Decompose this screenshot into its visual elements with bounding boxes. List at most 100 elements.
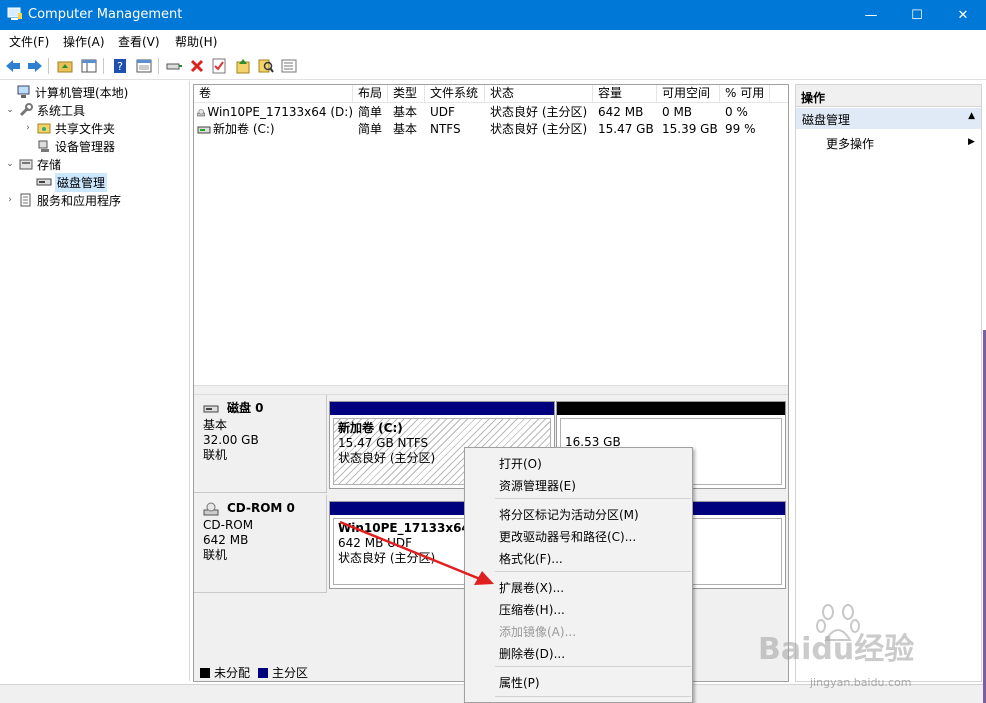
computer-management-icon xyxy=(7,7,23,21)
tree-item-services-apps[interactable]: › 服务和应用程序 xyxy=(4,191,121,209)
col-header-free-space[interactable]: 可用空间 xyxy=(657,85,720,103)
cdrom-0-title: CD-ROM 0 xyxy=(203,501,326,516)
services-icon xyxy=(18,192,34,208)
col-header-filesystem[interactable]: 文件系统 xyxy=(425,85,485,103)
toolbar: ? xyxy=(0,52,986,80)
menu-separator xyxy=(495,696,691,697)
storage-icon xyxy=(18,156,34,172)
details-button[interactable] xyxy=(279,56,299,76)
disk-0-info[interactable]: 磁盘 0 基本 32.00 GB 联机 xyxy=(194,395,327,493)
more-actions-item[interactable]: 更多操作 xyxy=(826,135,874,152)
chevron-down-icon[interactable]: ⌄ xyxy=(4,105,16,115)
volume-cell: Win10PE_17133x64 (D:) xyxy=(194,104,353,121)
up-level-button[interactable] xyxy=(55,56,75,76)
partition-c-title: 新加卷 (C:) xyxy=(338,421,403,435)
delete-x-icon xyxy=(190,59,204,73)
chevron-right-icon[interactable]: › xyxy=(4,195,16,205)
primary-partition-bar xyxy=(330,402,554,415)
help-button[interactable]: ? xyxy=(110,56,130,76)
type-cell: 基本 xyxy=(393,122,418,136)
connect-button[interactable] xyxy=(164,56,184,76)
col-header-capacity[interactable]: 容量 xyxy=(593,85,657,103)
menu-view[interactable]: 查看(V) xyxy=(118,33,160,50)
delete-button[interactable] xyxy=(187,56,207,76)
computer-management-icon xyxy=(16,84,32,100)
cdrom-0-state: 联机 xyxy=(203,548,228,562)
percent-free-cell: 0 % xyxy=(725,105,748,119)
col-header-status[interactable]: 状态 xyxy=(485,85,593,103)
menu-item-delete-volume[interactable]: 删除卷(D)... xyxy=(499,645,565,662)
table-row[interactable]: 新加卷 (C:) 简单 基本 NTFS 状态良好 (主分区) 15.47 GB … xyxy=(194,121,788,138)
chevron-down-icon[interactable]: ⌄ xyxy=(4,159,16,169)
properties-button[interactable] xyxy=(209,56,229,76)
menu-item-open[interactable]: 打开(O) xyxy=(499,455,542,472)
menu-help[interactable]: 帮助(H) xyxy=(175,33,217,50)
collapse-up-icon[interactable]: ▲ xyxy=(968,111,975,121)
actions-pane: 操作 磁盘管理 ▲ 更多操作 ▶ xyxy=(795,84,982,682)
folder-up-icon xyxy=(57,61,73,73)
tree-item-system-tools[interactable]: ⌄ 系统工具 xyxy=(4,101,85,119)
menu-item-format[interactable]: 格式化(F)... xyxy=(499,550,563,567)
tools-icon xyxy=(18,102,34,118)
menu-item-change-drive-letter[interactable]: 更改驱动器号和路径(C)... xyxy=(499,528,636,545)
tree-item-computer-management[interactable]: 计算机管理(本地) xyxy=(2,83,128,101)
shared-folder-icon xyxy=(36,120,52,136)
col-header-layout[interactable]: 布局 xyxy=(353,85,388,103)
back-button[interactable] xyxy=(3,56,23,76)
checklist-icon xyxy=(212,58,226,74)
view-button[interactable] xyxy=(134,56,154,76)
actions-section-label: 磁盘管理 xyxy=(802,113,851,127)
col-header-type[interactable]: 类型 xyxy=(388,85,425,103)
window-title: Computer Management xyxy=(28,7,183,22)
close-button[interactable]: ✕ xyxy=(940,0,986,30)
cdrom-0-kind: CD-ROM xyxy=(203,518,254,532)
tree-item-label: 服务和应用程序 xyxy=(37,193,122,208)
menu-file[interactable]: 文件(F) xyxy=(9,33,49,50)
volume-cell: 新加卷 (C:) xyxy=(194,121,353,138)
show-hide-tree-button[interactable] xyxy=(79,56,99,76)
tree-item-storage[interactable]: ⌄ 存储 xyxy=(4,155,61,173)
cdrom-0-info[interactable]: CD-ROM 0 CD-ROM 642 MB 联机 xyxy=(194,495,327,593)
search-button[interactable] xyxy=(256,56,276,76)
console-tree: 计算机管理(本地) ⌄ 系统工具 › 共享文件夹 设备管理器 ⌄ 存储 磁盘管理 xyxy=(0,81,190,681)
filesystem-cell: NTFS xyxy=(430,122,461,136)
help-icon: ? xyxy=(114,59,126,73)
menu-item-mark-active[interactable]: 将分区标记为活动分区(M) xyxy=(499,506,639,523)
tree-item-label: 存储 xyxy=(37,157,62,172)
col-header-volume[interactable]: 卷 xyxy=(194,85,353,103)
tree-item-device-manager[interactable]: 设备管理器 xyxy=(22,137,115,155)
menu-action[interactable]: 操作(A) xyxy=(63,33,105,50)
menu-item-shrink-volume[interactable]: 压缩卷(H)... xyxy=(499,601,565,618)
minimize-icon: — xyxy=(864,7,878,23)
baidu-watermark: Baidu经验 jingyan.baidu.com xyxy=(758,600,958,700)
tree-item-label: 计算机管理(本地) xyxy=(35,85,129,100)
unallocated-bar xyxy=(557,402,785,415)
chevron-right-icon[interactable]: › xyxy=(22,123,34,133)
minimize-button[interactable]: — xyxy=(848,0,894,30)
menu-separator xyxy=(495,666,691,667)
disk-0-title: 磁盘 0 xyxy=(203,401,326,416)
disk-0-size: 32.00 GB xyxy=(203,433,259,447)
type-cell: 基本 xyxy=(393,105,418,119)
tree-item-shared-folders[interactable]: › 共享文件夹 xyxy=(22,119,115,137)
status-cell: 状态良好 (主分区) xyxy=(490,122,588,136)
console-tree-icon xyxy=(81,59,97,73)
maximize-button[interactable]: ☐ xyxy=(894,0,940,30)
actions-section-disk-management[interactable]: 磁盘管理 ▲ xyxy=(796,108,981,129)
menu-item-explore[interactable]: 资源管理器(E) xyxy=(499,477,576,494)
cd-drive-icon xyxy=(197,108,206,116)
table-row[interactable]: Win10PE_17133x64 (D:) 简单 基本 UDF 状态良好 (主分… xyxy=(194,104,788,121)
export-button[interactable] xyxy=(233,56,253,76)
more-actions-label: 更多操作 xyxy=(826,137,875,151)
menu-item-extend-volume[interactable]: 扩展卷(X)... xyxy=(499,579,564,596)
tree-item-label: 共享文件夹 xyxy=(55,121,116,136)
tree-item-disk-management[interactable]: 磁盘管理 xyxy=(22,172,108,192)
pane-splitter[interactable] xyxy=(194,385,788,395)
col-header-percent-free[interactable]: % 可用 xyxy=(720,85,770,103)
connect-drive-icon xyxy=(166,63,182,70)
tree-item-label: 设备管理器 xyxy=(55,139,116,154)
legend-unallocated: 未分配 xyxy=(214,666,251,680)
menu-item-properties[interactable]: 属性(P) xyxy=(499,674,540,691)
forward-button[interactable] xyxy=(25,56,45,76)
submenu-arrow-icon: ▶ xyxy=(968,137,975,147)
